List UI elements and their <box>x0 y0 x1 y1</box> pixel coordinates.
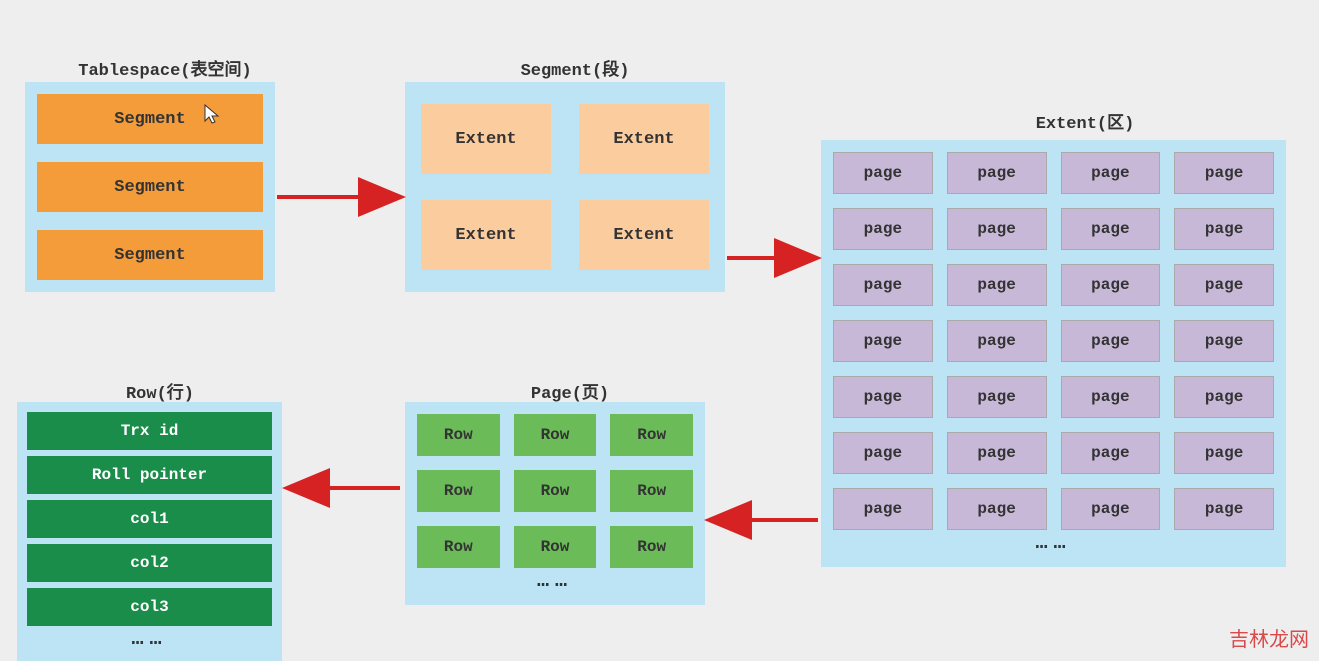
field-col1: col1 <box>27 500 272 538</box>
row-box: Row <box>610 470 693 512</box>
page-panel: Row Row Row Row Row Row Row Row Row …… <box>405 402 705 605</box>
page-box: page <box>947 376 1047 418</box>
watermark: 吉林龙网 <box>1229 623 1309 652</box>
extent-box: Extent <box>579 200 709 270</box>
page-box: page <box>947 152 1047 194</box>
page-box: page <box>1174 264 1274 306</box>
page-title: Page(页) <box>510 378 630 404</box>
extent-box: Extent <box>421 200 551 270</box>
field-roll-pointer: Roll pointer <box>27 456 272 494</box>
extent-box: Extent <box>579 104 709 174</box>
row-box: Row <box>417 414 500 456</box>
segment-box: Segment <box>37 230 263 280</box>
page-box: page <box>1061 208 1161 250</box>
page-box: page <box>833 208 933 250</box>
page-box: page <box>1174 376 1274 418</box>
page-box: page <box>947 264 1047 306</box>
segment-box: Segment <box>37 162 263 212</box>
row-title: Row(行) <box>100 378 220 404</box>
page-box: page <box>1174 432 1274 474</box>
page-box: page <box>1174 208 1274 250</box>
page-box: page <box>947 432 1047 474</box>
page-box: page <box>833 152 933 194</box>
tablespace-panel: Segment Segment Segment <box>25 82 275 292</box>
page-box: page <box>1061 264 1161 306</box>
page-box: page <box>833 264 933 306</box>
page-box: page <box>833 432 933 474</box>
extent-box: Extent <box>421 104 551 174</box>
row-box: Row <box>514 526 597 568</box>
page-box: page <box>1174 488 1274 530</box>
row-panel: Trx id Roll pointer col1 col2 col3 …… <box>17 402 282 661</box>
extent-panel: page page page page page page page page page page… <box>821 140 1286 567</box>
page-box: page <box>833 376 933 418</box>
segment-box: Segment <box>37 94 263 144</box>
row-box: Row <box>610 414 693 456</box>
row-box: Row <box>514 414 597 456</box>
page-box: page <box>1061 376 1161 418</box>
page-box: page <box>1061 152 1161 194</box>
field-col2: col2 <box>27 544 272 582</box>
field-trx-id: Trx id <box>27 412 272 450</box>
page-box: page <box>1061 320 1161 362</box>
page-box: page <box>833 488 933 530</box>
extent-title: Extent(区) <box>1010 108 1160 134</box>
page-box: page <box>947 488 1047 530</box>
field-col3: col3 <box>27 588 272 626</box>
page-grid: page page page page page page page page page page… <box>833 152 1274 530</box>
row-box: Row <box>417 526 500 568</box>
cursor-icon <box>203 103 221 125</box>
tablespace-title: Tablespace(表空间) <box>55 55 275 81</box>
extent-ellipsis: …… <box>833 530 1274 555</box>
row-ellipsis: …… <box>27 626 272 651</box>
page-box: page <box>1174 152 1274 194</box>
segment-panel: Extent Extent Extent Extent <box>405 82 725 292</box>
page-box: page <box>1061 488 1161 530</box>
row-box: Row <box>610 526 693 568</box>
row-box: Row <box>417 470 500 512</box>
row-box: Row <box>514 470 597 512</box>
page-ellipsis: …… <box>417 568 693 593</box>
page-box: page <box>947 320 1047 362</box>
page-box: page <box>1061 432 1161 474</box>
segment-title: Segment(段) <box>500 55 650 81</box>
row-grid: Row Row Row Row Row Row Row Row Row <box>417 414 693 568</box>
page-box: page <box>833 320 933 362</box>
page-box: page <box>947 208 1047 250</box>
page-box: page <box>1174 320 1274 362</box>
